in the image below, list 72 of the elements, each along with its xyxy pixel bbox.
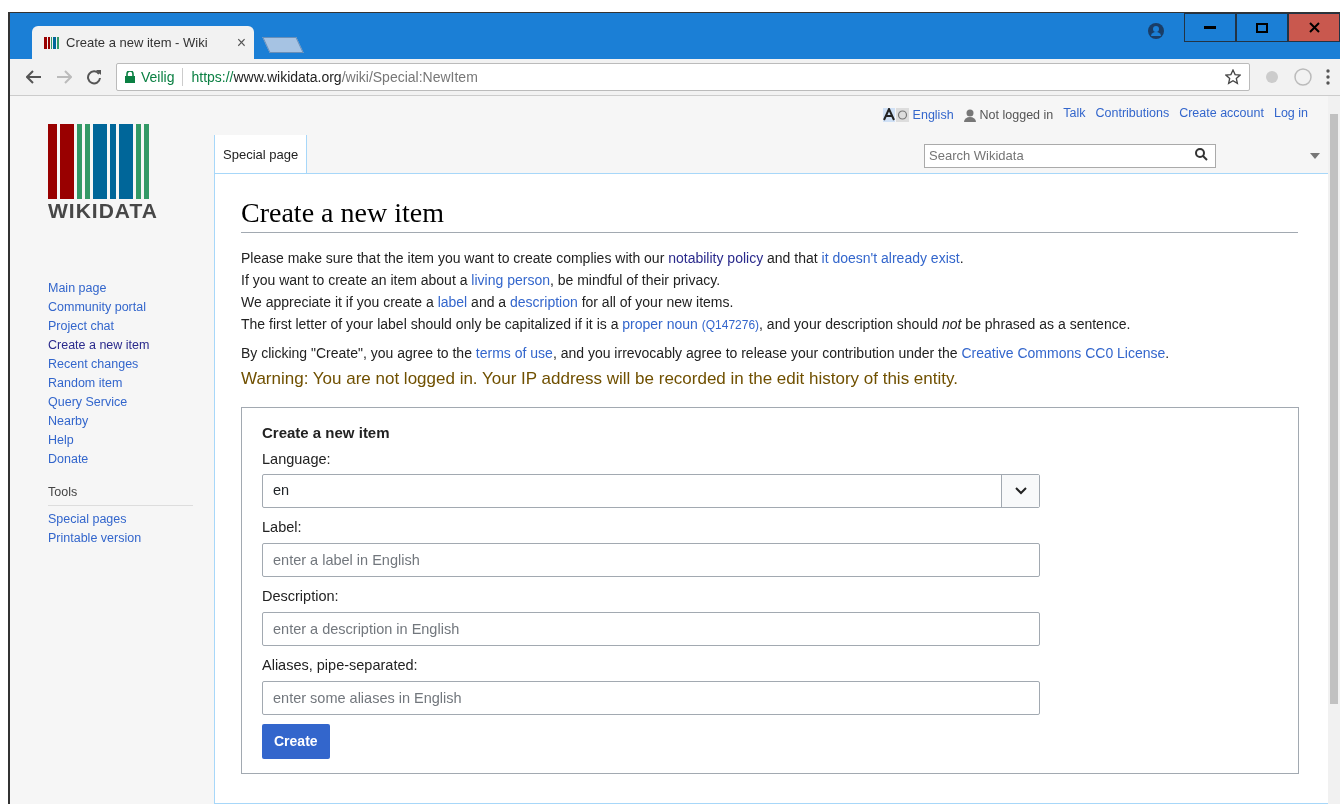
chevron-down-icon (1014, 487, 1027, 496)
warning-message: Warning: You are not logged in. Your IP address will be recorded in the edit history of this entity. (241, 367, 959, 390)
user-link[interactable]: Talk (1063, 104, 1086, 126)
paragraph: Please make sure that the item you want to create complies with our notability policy and that it doesn't already exist. (241, 248, 965, 268)
security-label: Veilig (141, 67, 175, 87)
field-label: Aliases, pipe-separated: (262, 655, 419, 675)
text-link[interactable]: Creative Commons CC0 License (961, 344, 1166, 361)
field-label: Language: (262, 449, 332, 469)
field-label: Label: (262, 518, 303, 538)
back-icon[interactable] (26, 70, 42, 84)
user-link[interactable]: Contributions (1095, 104, 1170, 126)
sidebar-link[interactable]: Special pages (48, 509, 214, 529)
maximize-button[interactable] (1236, 13, 1288, 42)
language-select[interactable]: en (262, 474, 1040, 509)
sidebar-link[interactable]: Main page (48, 279, 214, 298)
paragraph: If you want to create an item about a living person, be mindful of their privacy. (241, 270, 722, 290)
user-link[interactable]: Create account (1179, 104, 1264, 126)
minimize-button[interactable] (1184, 13, 1236, 42)
scrollbar[interactable] (1328, 96, 1340, 804)
user-icon (1148, 23, 1164, 39)
tab-title: Create a new item - Wiki (66, 33, 209, 52)
search-icon[interactable] (1195, 148, 1208, 161)
sidebar-link[interactable]: Random item (48, 374, 214, 393)
browser-tab[interactable]: Create a new item - Wiki × (32, 26, 254, 59)
favicon-icon (44, 36, 60, 49)
input-field[interactable]: enter a description in English (262, 611, 1040, 646)
text-link[interactable]: description (510, 293, 578, 310)
close-button[interactable] (1288, 13, 1340, 42)
sidebar-link[interactable]: Nearby (48, 412, 214, 431)
bookmark-star-icon[interactable] (1225, 69, 1241, 85)
language-link[interactable]: English (912, 105, 954, 125)
text-link[interactable]: notability policy (668, 249, 764, 266)
user-link[interactable]: Log in (1273, 104, 1308, 126)
input-field[interactable]: enter some aliases in English (262, 680, 1040, 715)
url-text: https://www.wikidata.org/wiki/Special:NewItem (191, 67, 478, 87)
tools-heading: Tools (48, 483, 193, 506)
sidebar-link[interactable]: Printable version (48, 528, 214, 548)
sidebar-link[interactable]: Recent changes (48, 355, 214, 374)
reload-icon[interactable] (86, 69, 102, 85)
language-icon[interactable] (882, 108, 909, 122)
sidebar-link[interactable]: Community portal (48, 298, 214, 317)
caret-icon[interactable] (1310, 153, 1320, 159)
paragraph: The first letter of your label should only be capitalized if it is a proper noun (Q147276), and your description should not be phrased as a sentence. (241, 314, 1132, 334)
input-field[interactable]: enter a label in English (262, 543, 1040, 578)
sidebar-link[interactable]: Donate (48, 450, 214, 469)
user-icon (963, 108, 976, 122)
menu-icon[interactable] (1326, 69, 1330, 85)
text-link[interactable]: label (437, 293, 468, 310)
paragraph: We appreciate it if you create a label and a description for all of your new items. (241, 292, 735, 312)
close-tab-icon[interactable]: × (236, 30, 246, 55)
sidebar-link[interactable]: Query Service (48, 393, 214, 412)
login-status: Not logged in (979, 106, 1054, 124)
close-icon (1308, 22, 1320, 33)
search-field[interactable]: Search Wikidata (924, 143, 1216, 168)
create-button[interactable]: Create (262, 723, 330, 759)
logo-wordmark: WIKIDATA (48, 201, 159, 221)
address-bar[interactable]: Veilig https://www.wikidata.org/wiki/Special:NewItem (116, 63, 1250, 91)
text-link[interactable]: it doesn't already exist (821, 249, 960, 266)
lock-icon (125, 71, 135, 83)
page-tab[interactable]: Special page (214, 135, 308, 173)
text-link[interactable]: living person (471, 271, 550, 288)
paragraph: By clicking "Create", you agree to the terms of use, and you irrevocably agree to release your contribution under the Creative Commons CC0 License. (241, 343, 1171, 363)
field-label: Description: (262, 587, 340, 607)
minimize-icon (1204, 25, 1216, 30)
page-heading: Create a new item (241, 196, 1298, 233)
sidebar-link[interactable]: Project chat (48, 317, 214, 336)
text-link[interactable]: proper noun (622, 315, 698, 332)
form-title: Create a new item (262, 423, 391, 444)
sidebar-link[interactable]: Help (48, 431, 214, 450)
text-link[interactable]: terms of use (475, 344, 553, 361)
sidebar-link[interactable]: Create a new item (48, 336, 214, 355)
maximize-icon (1256, 22, 1268, 33)
